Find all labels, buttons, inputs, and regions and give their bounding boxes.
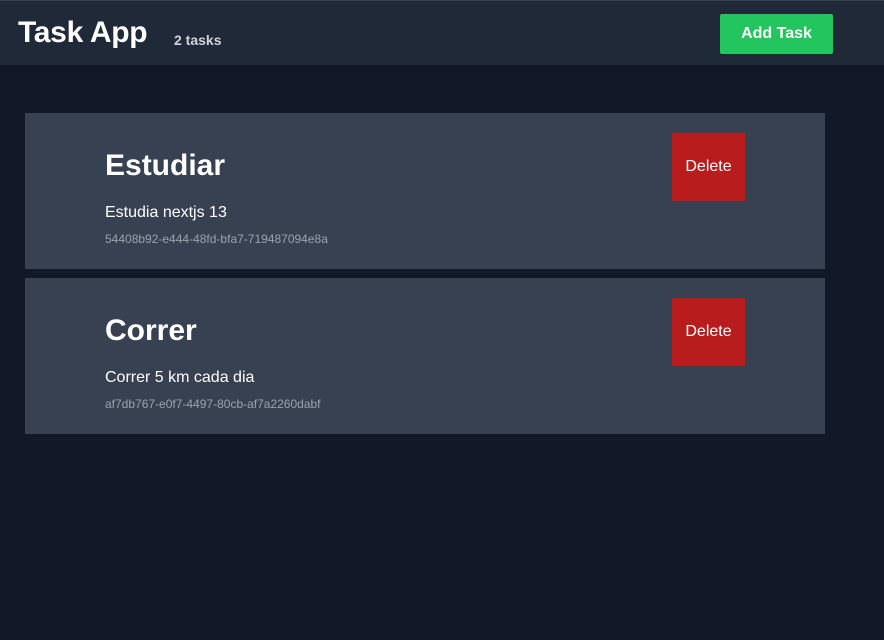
app-title: Task App bbox=[18, 16, 148, 49]
delete-button[interactable]: Delete bbox=[672, 133, 745, 201]
add-task-button[interactable]: Add Task bbox=[720, 14, 833, 54]
task-list: Estudiar Estudia nextjs 13 54408b92-e444… bbox=[25, 113, 825, 443]
task-description: Correr 5 km cada dia bbox=[105, 369, 255, 386]
delete-button[interactable]: Delete bbox=[672, 298, 745, 366]
task-card: Correr Correr 5 km cada dia af7db767-e0f… bbox=[25, 278, 825, 434]
app-header: Task App 2 tasks Add Task bbox=[0, 0, 884, 65]
task-title: Correr bbox=[105, 314, 197, 347]
task-card: Estudiar Estudia nextjs 13 54408b92-e444… bbox=[25, 113, 825, 269]
task-id: 54408b92-e444-48fd-bfa7-719487094e8a bbox=[105, 232, 328, 246]
task-description: Estudia nextjs 13 bbox=[105, 204, 227, 221]
task-count: 2 tasks bbox=[174, 32, 222, 48]
task-title: Estudiar bbox=[105, 149, 226, 182]
task-id: af7db767-e0f7-4497-80cb-af7a2260dabf bbox=[105, 397, 321, 411]
